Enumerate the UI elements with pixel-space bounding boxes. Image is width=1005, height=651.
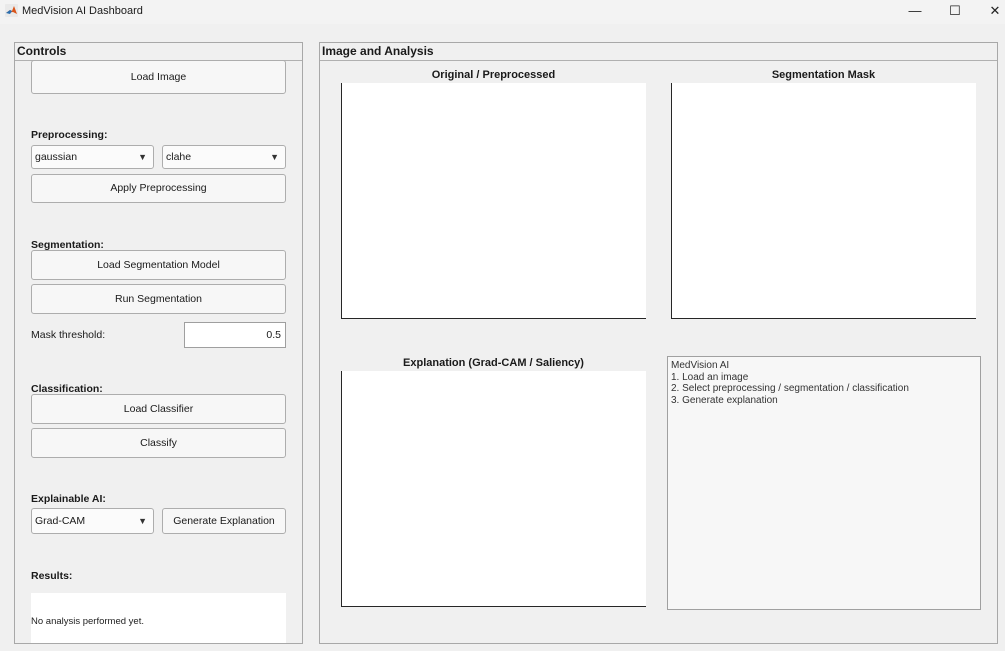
explanation-axes-title: Explanation (Grad-CAM / Saliency)	[403, 357, 584, 369]
apply-preprocessing-button[interactable]: Apply Preprocessing	[31, 174, 286, 203]
xai-label: Explainable AI:	[31, 493, 106, 505]
matlab-icon	[5, 4, 18, 17]
filter-dropdown-value: gaussian	[35, 151, 78, 163]
results-text: No analysis performed yet.	[31, 616, 144, 627]
minimize-button[interactable]: —	[900, 2, 930, 20]
mask-axes-title: Segmentation Mask	[771, 69, 876, 81]
caret-down-icon: ▼	[270, 152, 279, 162]
info-line: 3. Generate explanation	[671, 394, 778, 406]
caret-down-icon: ▼	[138, 152, 147, 162]
xai-method-dropdown[interactable]: Grad-CAM ▼	[31, 508, 154, 534]
controls-panel-title: Controls	[17, 44, 67, 58]
preprocessing-label: Preprocessing:	[31, 129, 108, 141]
original-image-axes[interactable]	[341, 83, 646, 319]
generate-explanation-button[interactable]: Generate Explanation	[162, 508, 286, 534]
load-segmentation-model-button[interactable]: Load Segmentation Model	[31, 250, 286, 280]
enhance-dropdown-value: clahe	[166, 151, 192, 163]
run-segmentation-button[interactable]: Run Segmentation	[31, 284, 286, 314]
window-title: MedVision AI Dashboard	[22, 5, 143, 17]
close-button[interactable]: ✕	[980, 2, 1005, 20]
results-label: Results:	[31, 570, 73, 582]
mask-threshold-label: Mask threshold:	[31, 329, 106, 341]
analysis-panel-title: Image and Analysis	[322, 44, 434, 58]
load-classifier-button[interactable]: Load Classifier	[31, 394, 286, 424]
info-line: 1. Load an image	[671, 371, 749, 383]
classify-button[interactable]: Classify	[31, 428, 286, 458]
analysis-panel: Image and Analysis Original / Preprocess…	[319, 42, 998, 644]
mask-threshold-field[interactable]: 0.5	[184, 322, 286, 348]
segmentation-mask-axes[interactable]	[671, 83, 976, 319]
load-image-button[interactable]: Load Image	[31, 60, 286, 94]
filter-dropdown[interactable]: gaussian ▼	[31, 145, 154, 169]
maximize-button[interactable]: ☐	[940, 2, 970, 20]
xai-method-dropdown-value: Grad-CAM	[35, 515, 86, 527]
controls-panel: Controls Load Image Preprocessing: gauss…	[14, 42, 303, 644]
enhance-dropdown[interactable]: clahe ▼	[162, 145, 286, 169]
info-line: MedVision AI	[671, 360, 730, 371]
title-bar: MedVision AI Dashboard — ☐ ✕	[0, 0, 1005, 24]
caret-down-icon: ▼	[138, 516, 147, 526]
info-line: 2. Select preprocessing / segmentation /…	[671, 383, 909, 394]
analysis-panel-divider	[320, 60, 997, 61]
info-text-area[interactable]: MedVision AI 1. Load an image 2. Select …	[667, 356, 981, 610]
window-client: Controls Load Image Preprocessing: gauss…	[0, 24, 1005, 651]
results-box: No analysis performed yet.	[31, 593, 286, 643]
explanation-axes[interactable]	[341, 371, 646, 607]
original-axes-title: Original / Preprocessed	[431, 69, 556, 81]
